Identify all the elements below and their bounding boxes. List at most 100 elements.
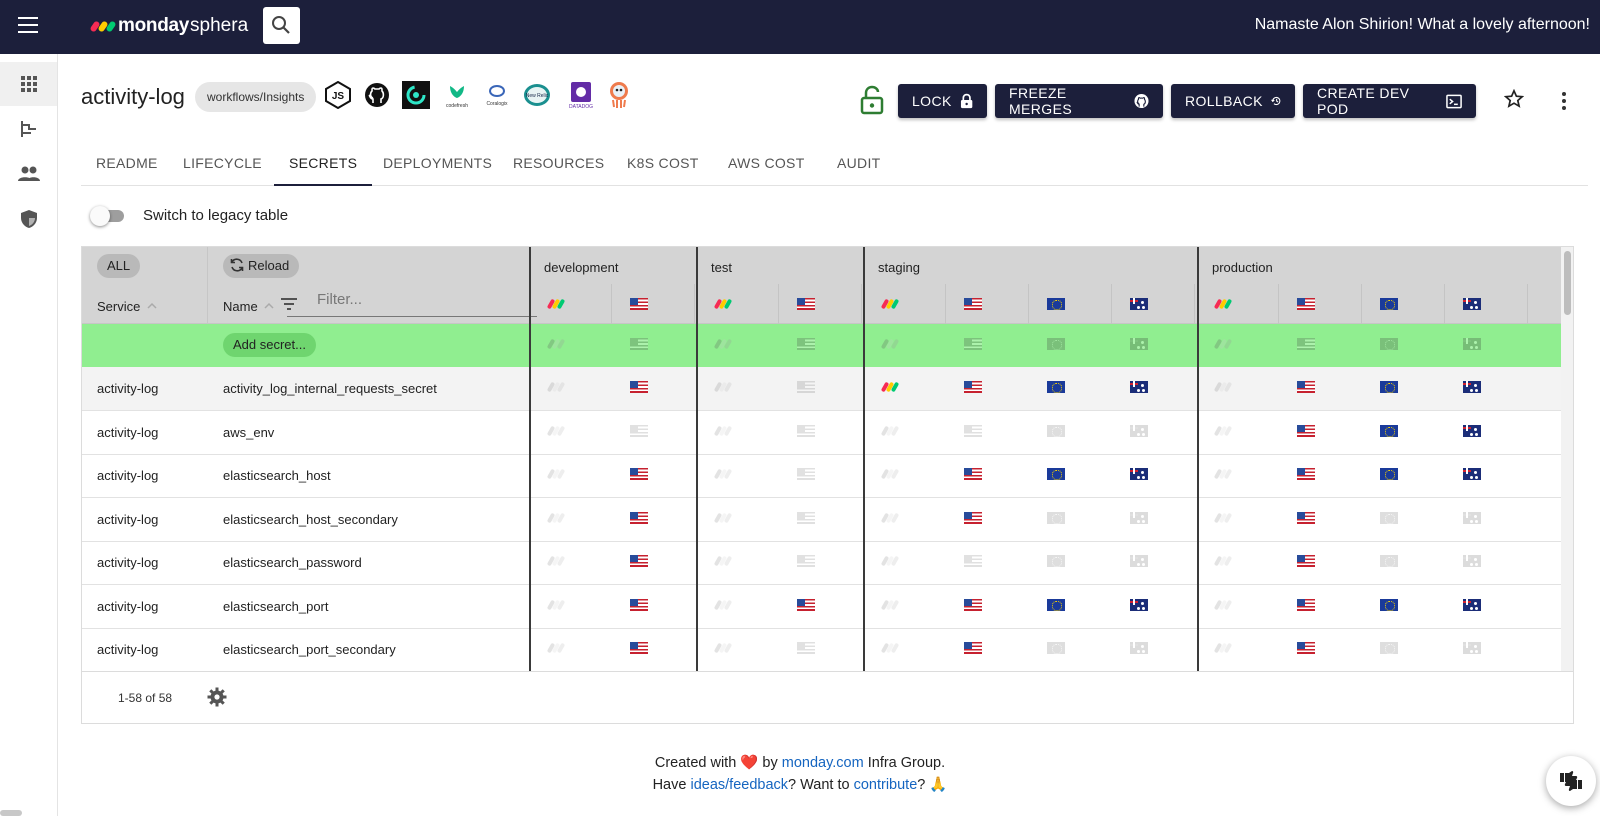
favorite-button[interactable]	[1503, 88, 1525, 114]
eu-flag-icon[interactable]	[1380, 381, 1398, 393]
us-flag-icon[interactable]	[964, 642, 982, 654]
freeze-merges-button[interactable]: FREEZE MERGES	[995, 84, 1163, 118]
row-secret-name[interactable]: aws_env	[223, 425, 274, 440]
all-button[interactable]: ALL	[97, 254, 141, 278]
search-button[interactable]	[263, 7, 300, 44]
eu-flag-icon[interactable]	[1380, 424, 1398, 437]
us-flag-icon[interactable]	[964, 381, 982, 393]
eu-flag-icon[interactable]	[1047, 381, 1065, 393]
grid-scrollbar-thumb[interactable]	[1564, 251, 1571, 315]
name-filter-input[interactable]	[317, 291, 517, 308]
us-flag-icon[interactable]	[797, 642, 815, 654]
tab-secrets[interactable]: SECRETS	[274, 146, 373, 186]
legacy-table-switch[interactable]	[90, 206, 126, 226]
eu-flag-icon[interactable]	[1380, 642, 1398, 654]
us-flag-icon[interactable]	[797, 381, 815, 393]
name-column-header[interactable]: Name	[223, 299, 275, 314]
us-flag-icon[interactable]	[964, 511, 982, 524]
feedback-button[interactable]	[1546, 756, 1596, 806]
monday-region-icon[interactable]	[546, 512, 566, 524]
newrelic-icon[interactable]: New Relic	[522, 80, 552, 110]
us-flag-icon[interactable]	[797, 555, 815, 567]
tab-aws-cost[interactable]: AWS COST	[713, 146, 820, 186]
table-row[interactable]: activity-log elasticsearch_host_secondary	[82, 498, 1561, 542]
monday-region-icon[interactable]	[1213, 381, 1233, 393]
monday-region-icon[interactable]	[1213, 642, 1233, 654]
tab-k8s-cost[interactable]: K8S COST	[612, 146, 714, 186]
au-flag-icon[interactable]	[1130, 511, 1148, 524]
au-flag-icon[interactable]	[1130, 598, 1148, 611]
eu-flag-icon[interactable]	[1047, 555, 1065, 567]
datadog-icon[interactable]: DATADOG	[566, 80, 596, 110]
monday-region-icon[interactable]	[1213, 555, 1233, 567]
eu-flag-icon[interactable]	[1047, 511, 1065, 524]
page-hscrollbar[interactable]	[0, 810, 22, 816]
monday-region-icon[interactable]	[713, 381, 733, 393]
monday-region-icon[interactable]	[880, 381, 900, 393]
coralogix-icon[interactable]: Coralogix	[482, 80, 512, 110]
us-flag-icon[interactable]	[1297, 555, 1315, 567]
au-flag-icon[interactable]	[1463, 424, 1481, 437]
tab-resources[interactable]: RESOURCES	[498, 146, 619, 186]
au-flag-icon[interactable]	[1130, 642, 1148, 654]
au-flag-icon[interactable]	[1463, 555, 1481, 567]
au-flag-icon[interactable]	[1463, 642, 1481, 654]
table-row[interactable]: activity-log elasticsearch_password	[82, 541, 1561, 585]
nodejs-icon[interactable]: JS	[323, 80, 353, 110]
us-flag-icon[interactable]	[630, 381, 648, 393]
monday-region-icon[interactable]	[880, 468, 900, 480]
table-row[interactable]: activity-log elasticsearch_host	[82, 454, 1561, 498]
name-filter-field[interactable]	[287, 291, 537, 317]
eu-flag-icon[interactable]	[1380, 468, 1398, 480]
eu-flag-icon[interactable]	[1380, 511, 1398, 524]
monday-region-icon[interactable]	[880, 555, 900, 567]
team-chip[interactable]: workflows/Insights	[195, 82, 317, 112]
tab-deployments[interactable]: DEPLOYMENTS	[368, 146, 507, 186]
row-secret-name[interactable]: elasticsearch_host_secondary	[223, 512, 398, 527]
monday-region-icon[interactable]	[546, 468, 566, 480]
eu-flag-icon[interactable]	[1380, 598, 1398, 611]
us-flag-icon[interactable]	[630, 598, 648, 611]
au-flag-icon[interactable]	[1463, 598, 1481, 611]
monday-region-icon[interactable]	[880, 512, 900, 524]
rail-item-security[interactable]	[0, 197, 57, 241]
us-flag-icon[interactable]	[797, 424, 815, 437]
tab-lifecycle[interactable]: LIFECYCLE	[168, 146, 277, 186]
row-secret-name[interactable]: elasticsearch_port	[223, 599, 329, 614]
monday-link[interactable]: monday.com	[782, 755, 864, 771]
us-flag-icon[interactable]	[630, 424, 648, 437]
monday-region-icon[interactable]	[546, 425, 566, 437]
monday-region-icon[interactable]	[880, 642, 900, 654]
us-flag-icon[interactable]	[797, 511, 815, 524]
monday-region-icon[interactable]	[713, 512, 733, 524]
table-row[interactable]: activity-log aws_env	[82, 411, 1561, 455]
monday-region-icon[interactable]	[713, 468, 733, 480]
table-row[interactable]: activity-log activity_log_internal_reques…	[82, 367, 1561, 411]
us-flag-icon[interactable]	[964, 424, 982, 437]
us-flag-icon[interactable]	[797, 468, 815, 480]
rail-item-apps[interactable]	[0, 62, 57, 106]
github-icon[interactable]	[362, 80, 392, 110]
rail-item-hierarchy[interactable]	[0, 107, 57, 151]
au-flag-icon[interactable]	[1130, 424, 1148, 437]
us-flag-icon[interactable]	[630, 555, 648, 567]
ideas-feedback-link[interactable]: ideas/feedback	[690, 777, 788, 793]
au-flag-icon[interactable]	[1463, 468, 1481, 480]
eu-flag-icon[interactable]	[1047, 468, 1065, 480]
us-flag-icon[interactable]	[1297, 468, 1315, 480]
au-flag-icon[interactable]	[1463, 381, 1481, 393]
monday-region-icon[interactable]	[1213, 599, 1233, 611]
au-flag-icon[interactable]	[1463, 511, 1481, 524]
reload-button[interactable]: Reload	[223, 254, 300, 278]
contribute-link[interactable]: contribute	[854, 777, 918, 793]
eu-flag-icon[interactable]	[1047, 642, 1065, 654]
argo-icon[interactable]	[604, 80, 634, 110]
row-secret-name[interactable]: elasticsearch_port_secondary	[223, 642, 396, 657]
monday-region-icon[interactable]	[1213, 425, 1233, 437]
us-flag-icon[interactable]	[630, 642, 648, 654]
rollback-button[interactable]: ROLLBACK	[1171, 84, 1295, 118]
monday-region-icon[interactable]	[1213, 468, 1233, 480]
monday-region-icon[interactable]	[713, 642, 733, 654]
circleci-icon[interactable]	[401, 80, 431, 110]
row-secret-name[interactable]: activity_log_internal_requests_secret	[223, 381, 437, 396]
